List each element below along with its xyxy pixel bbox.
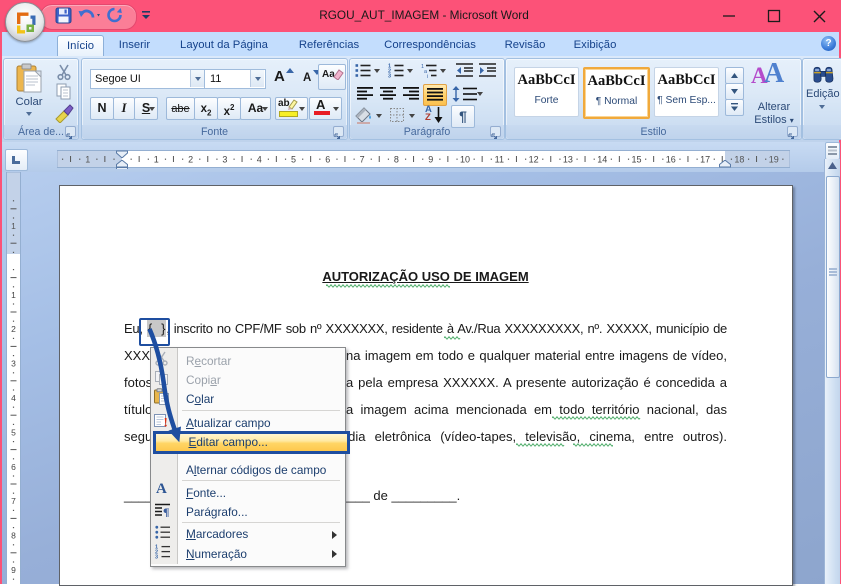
svg-text:6: 6 — [11, 462, 16, 472]
svg-text:7: 7 — [11, 496, 16, 506]
svg-text:15: 15 — [631, 155, 641, 165]
svg-text:8: 8 — [394, 155, 399, 165]
svg-text:17: 17 — [700, 155, 710, 165]
svg-text:11: 11 — [495, 155, 504, 165]
svg-text:3: 3 — [155, 555, 158, 559]
svg-text:2: 2 — [11, 324, 16, 334]
svg-text:¶: ¶ — [163, 505, 169, 517]
svg-text:3: 3 — [11, 359, 16, 369]
svg-text:12: 12 — [529, 155, 539, 165]
svg-text:13: 13 — [563, 155, 573, 165]
svg-text:8: 8 — [11, 531, 16, 541]
svg-text:i: i — [427, 74, 428, 78]
svg-text:1: 1 — [11, 221, 16, 231]
svg-text:3: 3 — [222, 155, 227, 165]
svg-text:3: 3 — [388, 74, 391, 79]
svg-text:1: 1 — [85, 155, 90, 165]
svg-text:9: 9 — [428, 155, 433, 165]
svg-text:1: 1 — [11, 290, 16, 300]
svg-text:6: 6 — [325, 155, 330, 165]
svg-text:10: 10 — [460, 155, 470, 165]
svg-text:4: 4 — [11, 393, 16, 403]
svg-text:4: 4 — [257, 155, 262, 165]
svg-text:18: 18 — [734, 155, 744, 165]
svg-text:19: 19 — [769, 155, 779, 165]
svg-text:1: 1 — [154, 155, 159, 165]
svg-text:2: 2 — [188, 155, 193, 165]
svg-text:5: 5 — [11, 427, 16, 437]
svg-text:5: 5 — [291, 155, 296, 165]
svg-text:16: 16 — [666, 155, 676, 165]
svg-text:7: 7 — [360, 155, 365, 165]
svg-text:9: 9 — [11, 565, 16, 575]
svg-text:14: 14 — [597, 155, 607, 165]
